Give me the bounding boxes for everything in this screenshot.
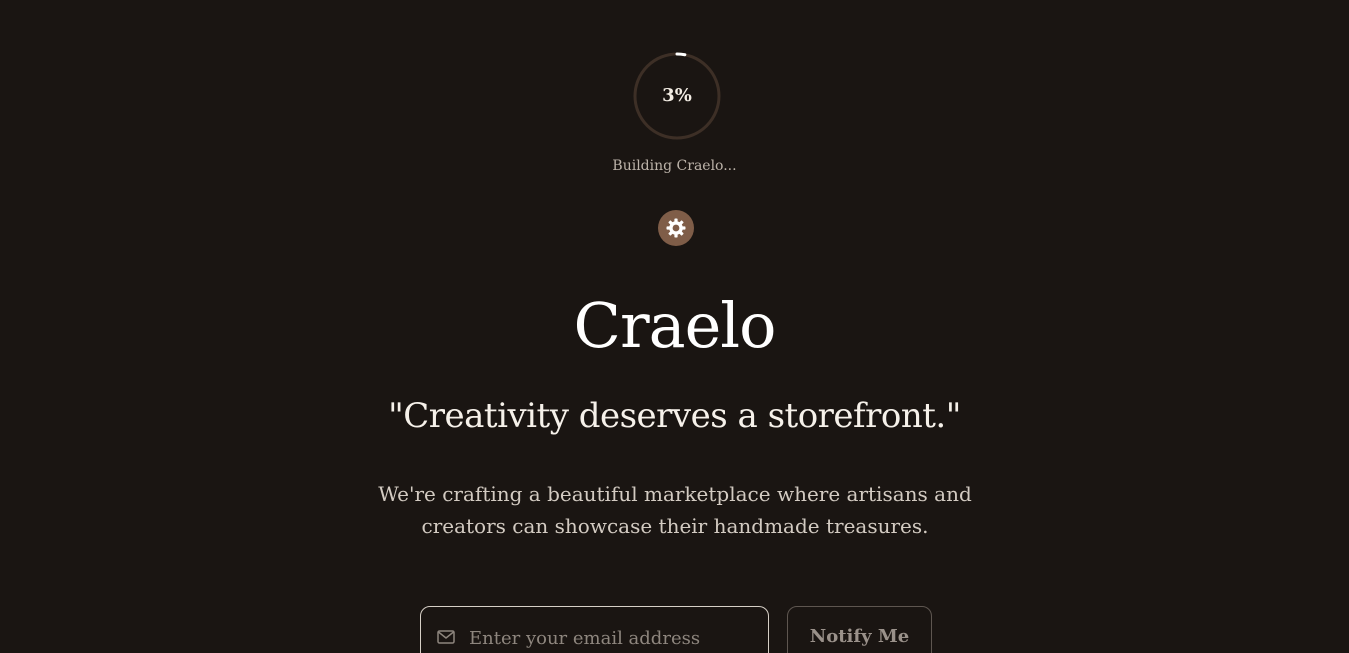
progress-percent: 3% xyxy=(662,85,692,106)
email-field[interactable] xyxy=(420,606,769,653)
loading-status: Building Craelo... xyxy=(612,158,737,174)
brand-title: Craelo xyxy=(573,289,777,362)
tagline: "Creativity deserves a storefront." xyxy=(388,396,961,436)
gear-icon xyxy=(666,218,686,238)
progress-ring: 3% xyxy=(633,52,721,140)
description: We're crafting a beautiful marketplace w… xyxy=(378,482,972,538)
email-input[interactable] xyxy=(469,623,754,653)
coming-soon-page: 3% Building Craelo... Craelo "Creativity… xyxy=(0,0,1349,653)
mail-icon xyxy=(437,630,455,644)
gear-badge xyxy=(658,210,694,246)
notify-me-button[interactable]: Notify Me xyxy=(787,606,932,653)
